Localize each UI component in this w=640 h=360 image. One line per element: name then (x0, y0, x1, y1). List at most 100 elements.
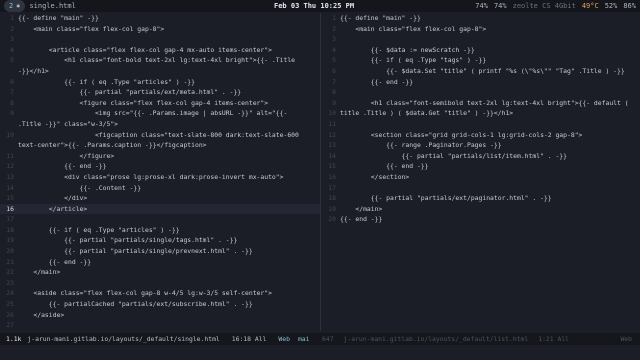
code-line[interactable]: 15 {{- end -}} (322, 161, 640, 172)
code-line[interactable]: 19 {{- partial "partials/single/tags.htm… (0, 235, 320, 246)
code-line[interactable]: 18 {{- if ( eq .Type "articles" ) -}} (0, 225, 320, 236)
editor-pane-left[interactable]: 1 {{- define "main" -}} 2 <main class="fle… (0, 13, 320, 331)
code-line[interactable]: 12 {{- end -}} (0, 161, 320, 172)
code-line[interactable]: .Title -}}" class="w-3/5"> (0, 119, 320, 130)
code-line[interactable]: 1 {{- define "main" -}} (322, 13, 640, 24)
file-size-inactive: 647 (322, 335, 334, 343)
code-line[interactable]: 22 </main> (0, 267, 320, 278)
volume-indicator[interactable]: 74% (475, 0, 488, 12)
line-number: 13 (328, 141, 336, 150)
code-line[interactable]: 10 <figcaption class="text-slate-800 dar… (0, 130, 320, 141)
file-path: j-arun-mani.gitlab.io/layouts/_default/s… (27, 335, 220, 343)
line-number: 5 (10, 56, 14, 65)
code-line[interactable]: 11 (322, 119, 640, 130)
line-number: 18 (328, 194, 336, 203)
line-number: 2 (332, 24, 336, 33)
code-line[interactable]: 7 {{- end -}} (322, 77, 640, 88)
line-number: 18 (6, 225, 14, 234)
code-line[interactable]: 13 {{- range .Paginator.Pages -}} (322, 140, 640, 151)
code-line[interactable]: 14 {{- .Content -}} (0, 183, 320, 194)
editor-pane-right[interactable]: 1 {{- define "main" -}} 2 <main class="fle… (322, 13, 640, 331)
command-line[interactable] (0, 345, 640, 360)
code-line[interactable]: 9 <h1 class="font-semibold text-2xl lg:t… (322, 98, 640, 109)
code-line[interactable]: 13 <div class="prose lg:prose-xl dark:pr… (0, 172, 320, 183)
code-line[interactable]: 8 (322, 87, 640, 98)
code-text: {{- partial "partials/single/prevnext.ht… (18, 247, 253, 256)
line-number: 23 (6, 278, 14, 287)
code-line[interactable]: 6 {{- $data.Set "title" ( printf "%s (\"… (322, 66, 640, 77)
code-line[interactable]: 9 <img src="{{- .Params.image | absURL -… (0, 108, 320, 119)
code-text: title .Title ) ( $data.Get "title" ) -}}… (340, 109, 514, 118)
code-text: </figure> (18, 151, 115, 160)
code-text: {{- partial "partials/list/item.html" . … (340, 151, 568, 160)
code-line[interactable]: 24 <aside class="flex flex-col gap-8 w-4… (0, 288, 320, 299)
code-line[interactable]: 12 <section class="grid grid-cols-1 lg:g… (322, 130, 640, 141)
code-line[interactable]: 15 </div> (0, 193, 320, 204)
code-line[interactable]: 3 (0, 34, 320, 45)
code-line[interactable]: 2 <main class="flex flex-col gap-8"> (322, 24, 640, 35)
code-text: <figure class="flex flex-col gap-4 items… (18, 98, 269, 107)
line-number: 11 (328, 119, 336, 128)
pane-divider[interactable] (320, 13, 321, 331)
code-text: {{- partial "partials/ext/meta.html" . -… (18, 88, 242, 97)
code-line[interactable]: text-center">{{- .Params.caption -}}</fi… (0, 140, 320, 151)
line-number: 9 (332, 98, 336, 107)
workspace-current[interactable]: 2 (9, 0, 13, 12)
file-size: 1.1k (6, 335, 22, 343)
code-text: <h1 class="font-bold text-2xl lg:text-4x… (18, 56, 296, 65)
code-line[interactable]: 26 </aside> (0, 310, 320, 321)
line-number: 19 (328, 204, 336, 213)
code-line[interactable]: 10 title .Title ) ( $data.Get "title" ) -… (322, 108, 640, 119)
code-line[interactable]: 4 {{- $data := newScratch -}} (322, 45, 640, 56)
code-line[interactable]: 18 {{- partial "partials/ext/paginator.h… (322, 193, 640, 204)
code-line[interactable]: 23 (0, 278, 320, 289)
line-number: 11 (6, 151, 14, 160)
line-number: 7 (10, 88, 14, 97)
code-text: -}}</h1> (18, 66, 49, 75)
line-number: 6 (10, 77, 14, 86)
code-line[interactable]: 14 {{- partial "partials/list/item.html"… (322, 151, 640, 162)
line-number (0, 140, 18, 151)
top-bar: 2 ⎈ single.html Feb 03 Thu 10:25 PM 74% … (0, 0, 640, 12)
workspace-icon[interactable]: ⎈ (16, 0, 20, 12)
clock[interactable]: Feb 03 Thu 10:25 PM (274, 0, 354, 12)
line-number: 27 (6, 321, 14, 330)
code-text: text-center">{{- .Params.caption -}}</fi… (18, 141, 207, 150)
code-line[interactable]: 17 (322, 183, 640, 194)
code-line[interactable]: 4 <article class="flex flex-col gap-4 mx… (0, 45, 320, 56)
code-line[interactable]: 21 {{- end -}} (0, 257, 320, 268)
line-number: 20 (328, 215, 336, 224)
line-number: 17 (328, 183, 336, 192)
code-line[interactable]: 1 {{- define "main" -}} (0, 13, 320, 24)
line-number: 6 (332, 66, 336, 75)
code-line[interactable]: 5 <h1 class="font-bold text-2xl lg:text-… (0, 55, 320, 66)
network-indicator[interactable]: zeolte CS 4Gbit (513, 0, 576, 12)
code-line[interactable]: 5 {{- if ( eq .Type "tags" ) -}} (322, 55, 640, 66)
code-line[interactable]: 16 </article> (0, 203, 320, 215)
code-text: {{- if ( eq .Type "tags" ) -}} (340, 56, 487, 65)
code-line[interactable]: 19 </main> (322, 204, 640, 215)
brightness-indicator[interactable]: 74% (494, 0, 507, 12)
code-text: <main class="flex flex-col gap-8"> (18, 24, 165, 33)
code-line[interactable]: 2 <main class="flex flex-col gap-8"> (0, 24, 320, 35)
code-text: {{- $data := newScratch -}} (340, 45, 475, 54)
code-line[interactable]: 6 {{- if ( eq .Type "articles" ) -}} (0, 77, 320, 88)
code-line[interactable]: 25 {{- partialCached "partials/ext/subsc… (0, 299, 320, 310)
git-branch-icon: mai (297, 335, 310, 343)
workspace-switcher[interactable]: 2 ⎈ (4, 0, 26, 12)
code-line[interactable]: 27 (0, 320, 320, 331)
code-line[interactable]: 20 {{- partial "partials/single/prevnext… (0, 246, 320, 257)
code-line[interactable]: 17 (0, 214, 320, 225)
code-line[interactable]: 16 </section> (322, 172, 640, 183)
code-line[interactable]: 11 </figure> (0, 151, 320, 162)
code-line[interactable]: -}}</h1> (0, 66, 320, 77)
code-line[interactable]: 3 (322, 34, 640, 45)
code-text: {{- end -}} (18, 162, 107, 171)
code-line[interactable]: 8 <figure class="flex flex-col gap-4 ite… (0, 98, 320, 109)
cursor-position: 16:18 All (231, 335, 267, 343)
code-line[interactable]: 7 {{- partial "partials/ext/meta.html" .… (0, 87, 320, 98)
code-line[interactable]: 20 {{- end -}} (322, 214, 640, 225)
code-text: <img src="{{- .Params.image | absURL -}}… (18, 109, 288, 118)
line-number: 15 (6, 194, 14, 203)
code-text: </section> (340, 172, 410, 181)
